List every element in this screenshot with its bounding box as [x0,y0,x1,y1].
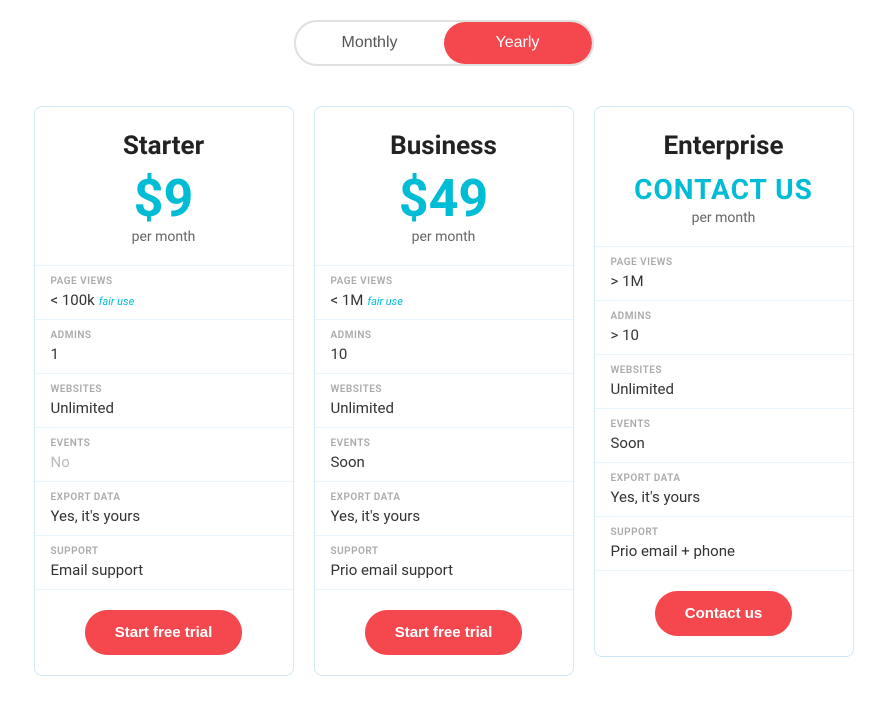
feature-value-container-starter-1: 1 [51,344,277,363]
feature-label-enterprise-2: WEBSITES [611,365,837,376]
feature-value-starter-4: Yes, it's yours [51,507,141,525]
yearly-toggle-btn[interactable]: Yearly [444,22,592,64]
feature-label-business-5: SUPPORT [331,546,557,557]
feature-label-starter-1: ADMINS [51,330,277,341]
feature-value-business-0: < 1M [331,291,364,309]
fair-use-starter-0: fair use [99,295,134,308]
feature-label-starter-0: PAGE VIEWS [51,276,277,287]
feature-label-enterprise-5: SUPPORT [611,527,837,538]
plan-title-starter: Starter [51,131,277,161]
feature-label-starter-3: EVENTS [51,438,277,449]
cta-container-starter: Start free trial [35,590,293,675]
cta-container-business: Start free trial [315,590,573,675]
feature-label-enterprise-0: PAGE VIEWS [611,257,837,268]
feature-label-starter-2: WEBSITES [51,384,277,395]
cta-container-enterprise: Contact us [595,571,853,656]
feature-value-business-4: Yes, it's yours [331,507,421,525]
feature-label-business-4: EXPORT DATA [331,492,557,503]
plan-header-business: Business $49 per month [315,107,573,266]
feature-value-enterprise-4: Yes, it's yours [611,488,701,506]
plan-card-enterprise: Enterprise CONTACT US per month PAGE VIEWS >… [594,106,854,657]
feature-row-starter-4: EXPORT DATA Yes, it's yours [35,482,293,536]
feature-row-enterprise-2: WEBSITES Unlimited [595,355,853,409]
feature-label-starter-5: SUPPORT [51,546,277,557]
feature-label-business-0: PAGE VIEWS [331,276,557,287]
feature-value-business-3: Soon [331,453,365,471]
feature-row-enterprise-3: EVENTS Soon [595,409,853,463]
feature-value-container-business-4: Yes, it's yours [331,506,557,525]
feature-value-enterprise-0: > 1M [611,272,644,290]
feature-value-enterprise-3: Soon [611,434,645,452]
feature-row-enterprise-1: ADMINS > 10 [595,301,853,355]
feature-row-enterprise-0: PAGE VIEWS > 1M [595,247,853,301]
feature-value-container-starter-2: Unlimited [51,398,277,417]
feature-value-starter-2: Unlimited [51,399,114,417]
feature-row-business-5: SUPPORT Prio email support [315,536,573,590]
feature-row-starter-3: EVENTS No [35,428,293,482]
feature-value-container-starter-0: < 100k fair use [51,290,277,309]
monthly-toggle-btn[interactable]: Monthly [296,22,444,64]
feature-value-container-starter-3: No [51,452,277,471]
feature-value-business-5: Prio email support [331,561,454,579]
plan-title-business: Business [331,131,557,161]
feature-value-container-enterprise-4: Yes, it's yours [611,487,837,506]
feature-value-container-starter-5: Email support [51,560,277,579]
feature-row-starter-5: SUPPORT Email support [35,536,293,590]
cta-button-enterprise[interactable]: Contact us [655,591,793,636]
feature-row-business-0: PAGE VIEWS < 1Mfair use [315,266,573,320]
feature-row-enterprise-4: EXPORT DATA Yes, it's yours [595,463,853,517]
feature-value-starter-1: 1 [51,345,59,363]
cta-button-business[interactable]: Start free trial [365,610,523,655]
feature-label-enterprise-4: EXPORT DATA [611,473,837,484]
feature-row-business-1: ADMINS 10 [315,320,573,374]
plan-price-business: $49 [331,173,557,225]
feature-value-business-1: 10 [331,345,348,363]
feature-value-enterprise-5: Prio email + phone [611,542,735,560]
feature-label-business-1: ADMINS [331,330,557,341]
feature-row-starter-1: ADMINS 1 [35,320,293,374]
feature-value-starter-5: Email support [51,561,144,579]
pricing-cards: Starter $9 per month PAGE VIEWS < 100k fair u… [20,106,867,676]
feature-value-container-business-1: 10 [331,344,557,363]
fair-use-business-0: fair use [367,295,402,308]
feature-value-container-business-5: Prio email support [331,560,557,579]
feature-value-starter-3: No [51,453,70,471]
feature-value-container-business-3: Soon [331,452,557,471]
feature-value-container-enterprise-3: Soon [611,433,837,452]
cta-button-starter[interactable]: Start free trial [85,610,243,655]
feature-value-enterprise-1: > 10 [611,326,639,344]
feature-value-container-business-0: < 1Mfair use [331,290,557,309]
feature-value-container-enterprise-1: > 10 [611,325,837,344]
feature-value-enterprise-2: Unlimited [611,380,674,398]
feature-row-business-3: EVENTS Soon [315,428,573,482]
feature-row-business-2: WEBSITES Unlimited [315,374,573,428]
feature-row-starter-2: WEBSITES Unlimited [35,374,293,428]
feature-value-business-2: Unlimited [331,399,394,417]
plan-header-enterprise: Enterprise CONTACT US per month [595,107,853,247]
feature-value-container-starter-4: Yes, it's yours [51,506,277,525]
billing-toggle: Monthly Yearly [294,20,594,66]
feature-label-starter-4: EXPORT DATA [51,492,277,503]
feature-label-enterprise-3: EVENTS [611,419,837,430]
feature-label-enterprise-1: ADMINS [611,311,837,322]
plan-card-business: Business $49 per month PAGE VIEWS < 1Mfair u… [314,106,574,676]
feature-value-container-business-2: Unlimited [331,398,557,417]
feature-value-container-enterprise-5: Prio email + phone [611,541,837,560]
feature-value-container-enterprise-2: Unlimited [611,379,837,398]
plan-per-month-starter: per month [51,229,277,245]
plan-card-starter: Starter $9 per month PAGE VIEWS < 100k fair u… [34,106,294,676]
feature-value-container-enterprise-0: > 1M [611,271,837,290]
feature-value-starter-0: < 100k [51,291,95,309]
feature-label-business-3: EVENTS [331,438,557,449]
feature-row-business-4: EXPORT DATA Yes, it's yours [315,482,573,536]
plan-per-month-business: per month [331,229,557,245]
feature-label-business-2: WEBSITES [331,384,557,395]
feature-row-starter-0: PAGE VIEWS < 100k fair use [35,266,293,320]
plan-price-starter: $9 [51,173,277,225]
feature-row-enterprise-5: SUPPORT Prio email + phone [595,517,853,571]
plan-per-month-enterprise: per month [611,210,837,226]
plan-header-starter: Starter $9 per month [35,107,293,266]
plan-contact-label-enterprise: CONTACT US [611,173,837,206]
plan-title-enterprise: Enterprise [611,131,837,161]
